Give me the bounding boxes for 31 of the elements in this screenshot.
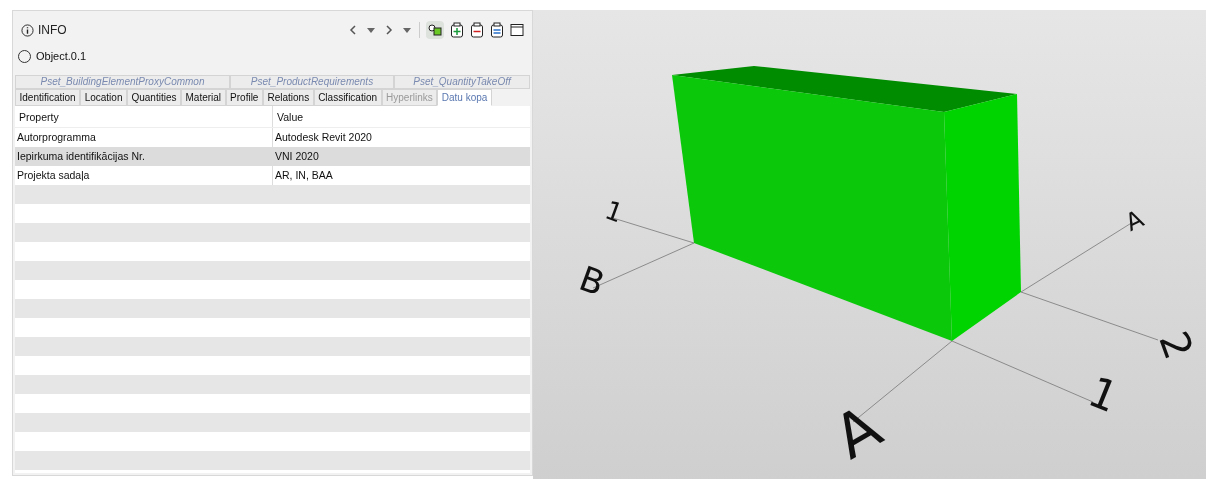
- remove-icon[interactable]: [470, 22, 484, 38]
- add-icon[interactable]: [450, 22, 464, 38]
- column-header[interactable]: Property: [15, 106, 273, 127]
- grid-label: 1: [1081, 366, 1125, 423]
- back-icon[interactable]: [347, 24, 359, 36]
- table-row[interactable]: Iepirkuma identifikācijas Nr. VNI 2020: [15, 147, 530, 166]
- info-icon: [21, 23, 34, 37]
- table-cell-text: Autodesk Revit 2020: [274, 130, 373, 145]
- tab[interactable]: Classification: [313, 89, 382, 106]
- list-icon[interactable]: [490, 22, 504, 38]
- column-header[interactable]: Value: [273, 106, 530, 127]
- tab[interactable]: Datu kopa: [437, 89, 492, 106]
- table-cell-text: VNI 2020: [274, 149, 320, 164]
- tab[interactable]: Profile: [225, 89, 263, 106]
- forward-icon[interactable]: [383, 24, 395, 36]
- grid-label: 2: [1150, 325, 1203, 366]
- grid-label: A: [822, 391, 893, 473]
- tab[interactable]: Material: [181, 89, 226, 106]
- object-label: Object.0.1: [36, 48, 87, 64]
- table-cell-text: AR, IN, BAA: [274, 168, 334, 183]
- grid-label: A: [1121, 204, 1148, 237]
- tab[interactable]: Location: [80, 89, 127, 106]
- 3d-viewport[interactable]: 1 B A 2 A 1: [533, 10, 1206, 479]
- grid-label: B: [574, 257, 610, 304]
- panel-title: INFO: [38, 22, 67, 39]
- grid-label: 1: [601, 194, 627, 229]
- objects-icon[interactable]: [426, 21, 444, 39]
- tab[interactable]: Quantities: [126, 89, 181, 106]
- tab[interactable]: Relations: [262, 89, 314, 106]
- tab[interactable]: Identification: [15, 89, 81, 106]
- window-icon[interactable]: [510, 23, 524, 37]
